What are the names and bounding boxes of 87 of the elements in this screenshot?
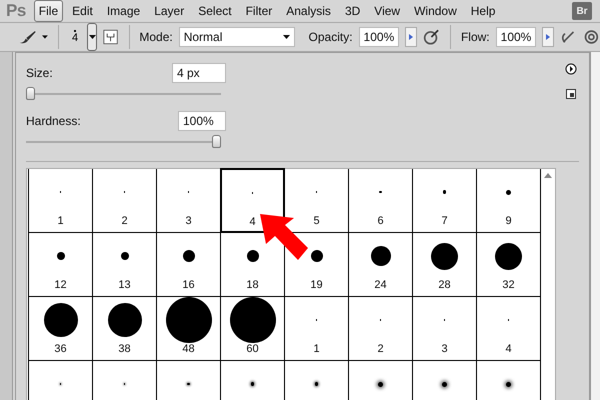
brush-preset[interactable]: 2 [93, 169, 157, 233]
brush-preset[interactable]: 19 [285, 233, 349, 297]
brush-preset[interactable]: 60 [221, 297, 285, 361]
caret-icon [282, 35, 290, 39]
brush-preset[interactable]: 2 [349, 297, 413, 361]
mode-label: Mode: [139, 30, 173, 44]
brush-preset-picker[interactable]: 4 [69, 30, 81, 44]
mode-dropdown[interactable]: Normal [178, 27, 295, 47]
size-slider[interactable] [26, 89, 221, 99]
brush-size-label: 6 [377, 215, 384, 227]
brush-preset[interactable]: 13 [93, 233, 157, 297]
menu-item[interactable]: Edit [67, 0, 98, 22]
menu-item[interactable]: Help [466, 0, 500, 22]
menu-item[interactable]: View [369, 0, 406, 22]
hardness-label: Hardness: [26, 114, 81, 128]
brush-preset[interactable]: 3 [413, 297, 477, 361]
flow-field[interactable]: 100% [496, 27, 536, 47]
brush-size-label: 1 [57, 215, 64, 227]
brush-preset[interactable]: 32 [477, 233, 541, 297]
scroll-up-icon[interactable] [544, 173, 552, 178]
caret-icon [88, 35, 96, 39]
brush-size-label: 2 [377, 343, 384, 355]
brush-preset[interactable]: 1 [285, 297, 349, 361]
brush-size-label: 60 [246, 343, 259, 355]
new-preset-icon[interactable] [566, 89, 576, 99]
brush-size-label: 7 [441, 215, 448, 227]
brush-size-label: 18 [246, 279, 259, 291]
brush-size-label: 16 [182, 279, 195, 291]
brush-size-label: 48 [182, 343, 195, 355]
brush-size-label: 4 [505, 343, 512, 355]
opacity-label: Opacity: [308, 30, 353, 44]
menu-item[interactable]: Layer [149, 0, 190, 22]
brush-size-label: 3 [185, 215, 192, 227]
brush-preset[interactable]: 48 [157, 297, 221, 361]
brush-size-label: 19 [310, 279, 323, 291]
slider-thumb[interactable] [212, 135, 221, 148]
menu-item[interactable]: Window [409, 0, 462, 22]
app-logo: Ps [6, 1, 26, 21]
brush-preset[interactable]: 38 [93, 297, 157, 361]
brush-preset[interactable]: 7 [413, 169, 477, 233]
brush-preset[interactable]: 4 [220, 168, 285, 233]
brush-preset[interactable]: 36 [29, 297, 93, 361]
menu-item[interactable]: Image [102, 0, 146, 22]
bridge-button[interactable]: Br [572, 2, 592, 20]
play-arrow-icon [546, 34, 550, 40]
brush-size-label: 13 [118, 279, 131, 291]
brush-size-label: 2 [121, 215, 128, 227]
menu-item[interactable]: File [34, 0, 64, 22]
menu-item[interactable]: Filter [240, 0, 278, 22]
pointer-arrow-icon [258, 212, 310, 262]
arrow-button[interactable] [542, 27, 554, 47]
hardness-slider[interactable] [26, 137, 221, 147]
menu-item[interactable]: Analysis [281, 0, 336, 22]
panel-menu-icon[interactable] [565, 63, 577, 75]
brush-size-label: 3 [441, 343, 448, 355]
brush-size-label: 36 [54, 343, 67, 355]
size-field[interactable]: 4 px [172, 63, 226, 83]
panel-toggle-icon[interactable] [103, 28, 118, 46]
brush-size-label: 28 [438, 279, 451, 291]
brush-size-label: 5 [313, 215, 320, 227]
size-label: Size: [26, 66, 53, 80]
hardness-field[interactable]: 100% [178, 111, 226, 131]
brush-preset[interactable]: 4 [477, 297, 541, 361]
brush-preset[interactable]: 28 [413, 233, 477, 297]
brush-size-label: 1 [313, 343, 320, 355]
brush-size-label: 24 [374, 279, 387, 291]
brush-size-label: 12 [54, 279, 67, 291]
menu-item[interactable]: 3D [340, 0, 366, 22]
opacity-field[interactable]: 100% [358, 27, 400, 47]
brush-size-label: 9 [505, 215, 512, 227]
brush-icon[interactable] [18, 28, 36, 46]
brush-preset[interactable]: 12 [29, 233, 93, 297]
dropdown-button[interactable] [86, 23, 98, 51]
play-arrow-icon [409, 34, 414, 40]
arrow-button[interactable] [405, 27, 418, 47]
brush-preset[interactable]: 1 [29, 169, 93, 233]
brush-preset[interactable]: 6 [349, 169, 413, 233]
menu-item[interactable]: Select [193, 0, 237, 22]
caret-icon [42, 35, 48, 39]
brush-preset[interactable]: 9 [477, 169, 541, 233]
slider-thumb[interactable] [26, 87, 35, 100]
brush-preset[interactable]: 24 [349, 233, 413, 297]
flow-label: Flow: [460, 30, 490, 44]
brush-preset[interactable]: 16 [157, 233, 221, 297]
brush-size-label: 32 [502, 279, 515, 291]
brush-size-label: 4 [249, 216, 256, 228]
brush-size-label: 38 [118, 343, 131, 355]
